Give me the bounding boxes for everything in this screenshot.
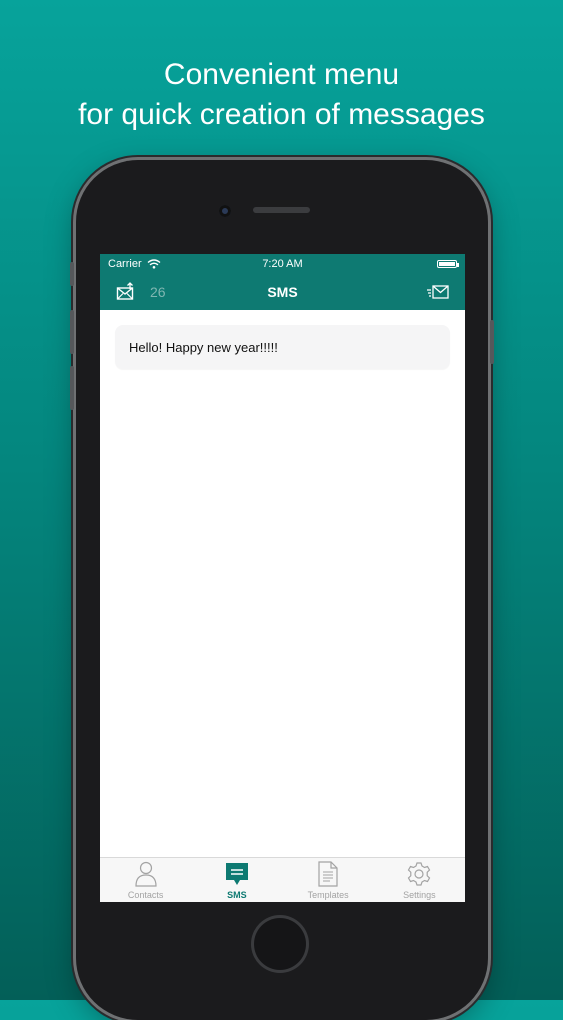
tab-bar: Contacts SMS Templates Settings [100,857,465,902]
gear-icon [408,862,431,886]
status-bar: Carrier 7:20 AM [100,254,465,274]
home-button[interactable] [254,918,306,970]
page-title: SMS [267,284,298,300]
mute-switch [70,262,74,286]
promo-headline: Convenient menu for quick creation of me… [0,55,563,135]
volume-up-button [70,310,74,354]
battery-icon [437,260,459,268]
headline-line-1: Convenient menu [163,58,400,91]
navigation-bar: 26 SMS [100,274,465,310]
person-icon [135,861,157,887]
headline-line-2: for quick creation of messages [78,98,485,131]
status-time: 7:20 AM [262,258,303,270]
document-icon [318,861,338,887]
message-item[interactable]: Hello! Happy new year!!!!! [115,325,450,369]
volume-down-button [70,366,74,410]
message-icon [225,863,248,885]
tab-label-contacts: Contacts [127,890,164,900]
earpiece-speaker [253,207,310,213]
tab-templates[interactable]: Templates [283,858,374,902]
power-button [490,320,494,364]
tab-settings[interactable]: Settings [374,858,465,902]
front-camera [219,205,231,217]
tab-label-templates: Templates [307,890,349,900]
tab-sms[interactable]: SMS [191,858,282,902]
tab-label-sms: SMS [227,890,247,900]
app-screen: Carrier 7:20 AM 26 SMS Hello! Happy new … [100,254,465,902]
tab-label-settings: Settings [403,890,436,900]
tab-contacts[interactable]: Contacts [100,858,191,902]
message-list: Hello! Happy new year!!!!! [100,310,465,858]
send-mail-icon[interactable] [427,285,449,299]
message-text: Hello! Happy new year!!!!! [129,339,278,355]
